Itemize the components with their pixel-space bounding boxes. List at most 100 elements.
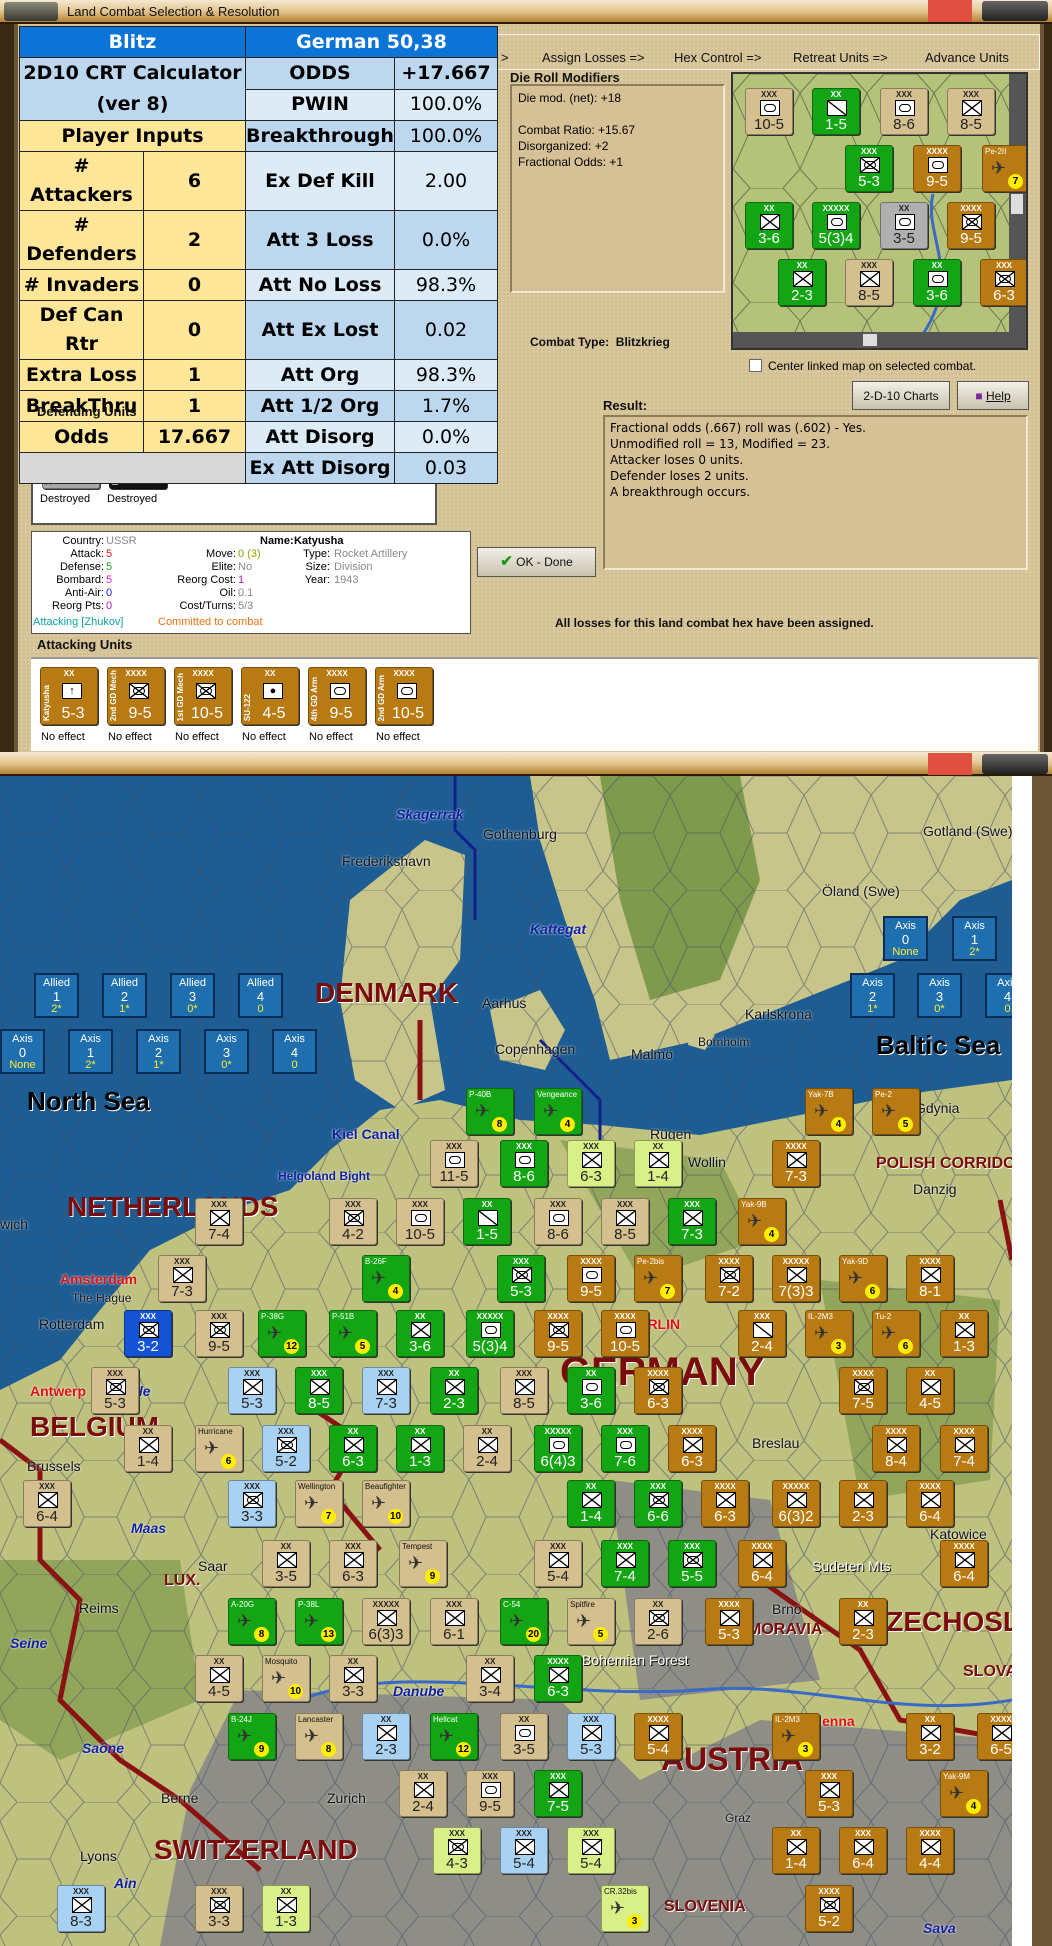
unit-counter[interactable]: XXX 8-5	[947, 88, 995, 135]
unit-counter[interactable]: XX 1-4	[634, 1140, 682, 1187]
unit-counter[interactable]: XXX 7-4	[195, 1198, 243, 1245]
strategic-map[interactable]: Allied 1 2* Allied 2 1* Allied 3 0* Allied 4 0 Axis 0…	[0, 776, 1012, 1946]
unit-counter[interactable]: XX 3-5	[880, 202, 928, 249]
unit-counter[interactable]: Yak-7B ✈ 4	[805, 1088, 853, 1135]
unit-counter[interactable]: XXXX 5-4	[634, 1713, 682, 1760]
unit-counter[interactable]: B-26F ✈ 4	[362, 1255, 410, 1302]
center-map-checkbox[interactable]	[749, 359, 762, 372]
attacking-unit-counter[interactable]: XXXX 9-5 2nd GD Mech	[107, 667, 165, 725]
unit-counter[interactable]: XXX 6-3	[329, 1540, 377, 1587]
reserve-box[interactable]: Axis 3 0*	[204, 1029, 249, 1074]
unit-counter[interactable]: XXX 10-5	[396, 1198, 444, 1245]
help-button[interactable]: ■ Help	[957, 381, 1029, 410]
unit-counter[interactable]: XX 4-5	[906, 1367, 954, 1414]
unit-counter[interactable]: XX 4-5	[195, 1655, 243, 1702]
reserve-box[interactable]: Allied 3 0*	[170, 973, 215, 1018]
unit-counter[interactable]: XXX 5-4	[567, 1827, 615, 1874]
unit-counter[interactable]: P-38L ✈ 13	[295, 1598, 343, 1645]
unit-counter[interactable]: XXX 8-5	[295, 1367, 343, 1414]
unit-counter[interactable]: XXX 7-5	[534, 1770, 582, 1817]
unit-counter[interactable]: XX 3-6	[567, 1367, 615, 1414]
reserve-box[interactable]: Axis 2 1*	[136, 1029, 181, 1074]
unit-counter[interactable]: XX 2-3	[778, 259, 826, 306]
reserve-box[interactable]: Axis40	[985, 973, 1012, 1018]
unit-counter[interactable]: IL-2M3 ✈ 3	[772, 1713, 820, 1760]
in-value[interactable]: 2	[143, 210, 246, 270]
in-value[interactable]: 17.667	[143, 421, 246, 453]
unit-counter[interactable]: XXX 6-4	[839, 1827, 887, 1874]
reserve-box[interactable]: Axis 0 None	[883, 916, 928, 961]
attacking-unit-counter[interactable]: XX ● 4-5 SU-122	[241, 667, 299, 725]
unit-counter[interactable]: XX 3-4	[466, 1655, 514, 1702]
crt-charts-button[interactable]: 2-D-10 Charts	[852, 381, 950, 410]
unit-counter[interactable]: XXX 8-6	[880, 88, 928, 135]
unit-counter[interactable]: XX 3-5	[262, 1540, 310, 1587]
reserve-box[interactable]: Axis 1 2*	[952, 916, 997, 961]
unit-counter[interactable]: XXX 8-3	[57, 1885, 105, 1932]
unit-counter[interactable]: XX 1-5	[463, 1198, 511, 1245]
unit-counter[interactable]: XX 2-6	[634, 1598, 682, 1645]
unit-counter[interactable]: XXX 6-6	[634, 1480, 682, 1527]
unit-counter[interactable]: B-24J ✈ 9	[228, 1713, 276, 1760]
unit-counter[interactable]: Tu-2 ✈ 6	[872, 1310, 920, 1357]
unit-counter[interactable]: Vengeance ✈ 4	[534, 1088, 582, 1135]
unit-counter[interactable]: XXXX 6-4	[940, 1540, 988, 1587]
unit-counter[interactable]: XXXX 5-2	[805, 1885, 853, 1932]
attacking-unit-counter[interactable]: XXXX 10-5 1st GD Mech	[174, 667, 232, 725]
unit-counter[interactable]: Yak-9B ✈ 4	[738, 1198, 786, 1245]
unit-counter[interactable]: IL-2M3 ✈ 3	[805, 1310, 853, 1357]
unit-counter[interactable]: XXXX 10-5	[601, 1310, 649, 1357]
unit-counter[interactable]: XX 3-2	[906, 1713, 954, 1760]
unit-counter[interactable]: XX 6-3	[329, 1425, 377, 1472]
unit-counter[interactable]: XXXX 6-3	[668, 1425, 716, 1472]
unit-counter[interactable]: XXX 6-3	[980, 259, 1026, 306]
unit-counter[interactable]: XXX 5-3	[845, 145, 893, 192]
unit-counter[interactable]: XXX 5-4	[534, 1540, 582, 1587]
unit-counter[interactable]: Beaufighter ✈ 10	[362, 1480, 410, 1527]
unit-counter[interactable]: XXXX 7-5	[839, 1367, 887, 1414]
unit-counter[interactable]: XXXX 4-4	[906, 1827, 954, 1874]
unit-counter[interactable]: XXX 5-2	[262, 1425, 310, 1472]
unit-counter[interactable]: XXX 5-3	[497, 1255, 545, 1302]
unit-counter[interactable]: XXX 5-3	[567, 1713, 615, 1760]
in-value[interactable]: 0	[143, 300, 246, 360]
unit-counter[interactable]: XXXX 5-3	[705, 1598, 753, 1645]
unit-counter[interactable]: XX 2-3	[839, 1598, 887, 1645]
unit-counter[interactable]: XXXXX 6(3)3	[362, 1598, 410, 1645]
unit-counter[interactable]: P-38G ✈ 12	[258, 1310, 306, 1357]
unit-counter[interactable]: C-54 ✈ 20	[500, 1598, 548, 1645]
reserve-box[interactable]: Axis 3 0*	[917, 973, 962, 1018]
unit-counter[interactable]: XX 2-3	[430, 1367, 478, 1414]
unit-counter[interactable]: XXX 3-3	[195, 1885, 243, 1932]
unit-counter[interactable]: XXX 7-3	[668, 1198, 716, 1245]
unit-counter[interactable]: XX 3-5	[500, 1713, 548, 1760]
unit-counter[interactable]: XXXX 9-5	[913, 145, 961, 192]
reserve-box[interactable]: Allied 1 2*	[34, 973, 79, 1018]
in-value[interactable]: 1	[143, 390, 246, 422]
unit-counter[interactable]: XXX 2-4	[738, 1310, 786, 1357]
unit-counter[interactable]: XX 2-3	[362, 1713, 410, 1760]
unit-counter[interactable]: Tempest ✈ 9	[399, 1540, 447, 1587]
unit-counter[interactable]: XX 2-3	[839, 1480, 887, 1527]
minimap-hscrollbar[interactable]	[733, 332, 1026, 348]
in-value[interactable]: 0	[143, 269, 246, 301]
unit-counter[interactable]: XXX 7-3	[362, 1367, 410, 1414]
mini-map[interactable]: XXX 10-5 XX 1-5 XXX 8-6 XXX 8-5 XXX 5-3 XXXX 9-5 Pe-…	[731, 72, 1028, 350]
unit-counter[interactable]: XX 1-3	[262, 1885, 310, 1932]
unit-counter[interactable]: XXX 8-5	[601, 1198, 649, 1245]
reserve-box[interactable]: Axis40	[272, 1029, 317, 1074]
unit-counter[interactable]: XXXX 6-4	[738, 1540, 786, 1587]
unit-counter[interactable]: XXXX 9-5	[534, 1310, 582, 1357]
unit-counter[interactable]: XXX 7-4	[601, 1540, 649, 1587]
unit-counter[interactable]: XXX 5-3	[805, 1770, 853, 1817]
unit-counter[interactable]: P-40B ✈ 8	[466, 1088, 514, 1135]
unit-counter[interactable]: P-51B ✈ 5	[329, 1310, 377, 1357]
unit-counter[interactable]: XX 3-6	[396, 1310, 444, 1357]
unit-counter[interactable]: Mosquito ✈ 10	[262, 1655, 310, 1702]
unit-counter[interactable]: XXXX 7-3	[772, 1140, 820, 1187]
unit-counter[interactable]: XX 1-4	[567, 1480, 615, 1527]
unit-counter[interactable]: XXXXX 6(4)3	[534, 1425, 582, 1472]
step-retreat-units[interactable]: Retreat Units =>	[793, 50, 888, 65]
attacking-unit-counter[interactable]: XXXX 9-5 4th GD Arm	[308, 667, 366, 725]
unit-counter[interactable]: XXX 8-5	[845, 259, 893, 306]
